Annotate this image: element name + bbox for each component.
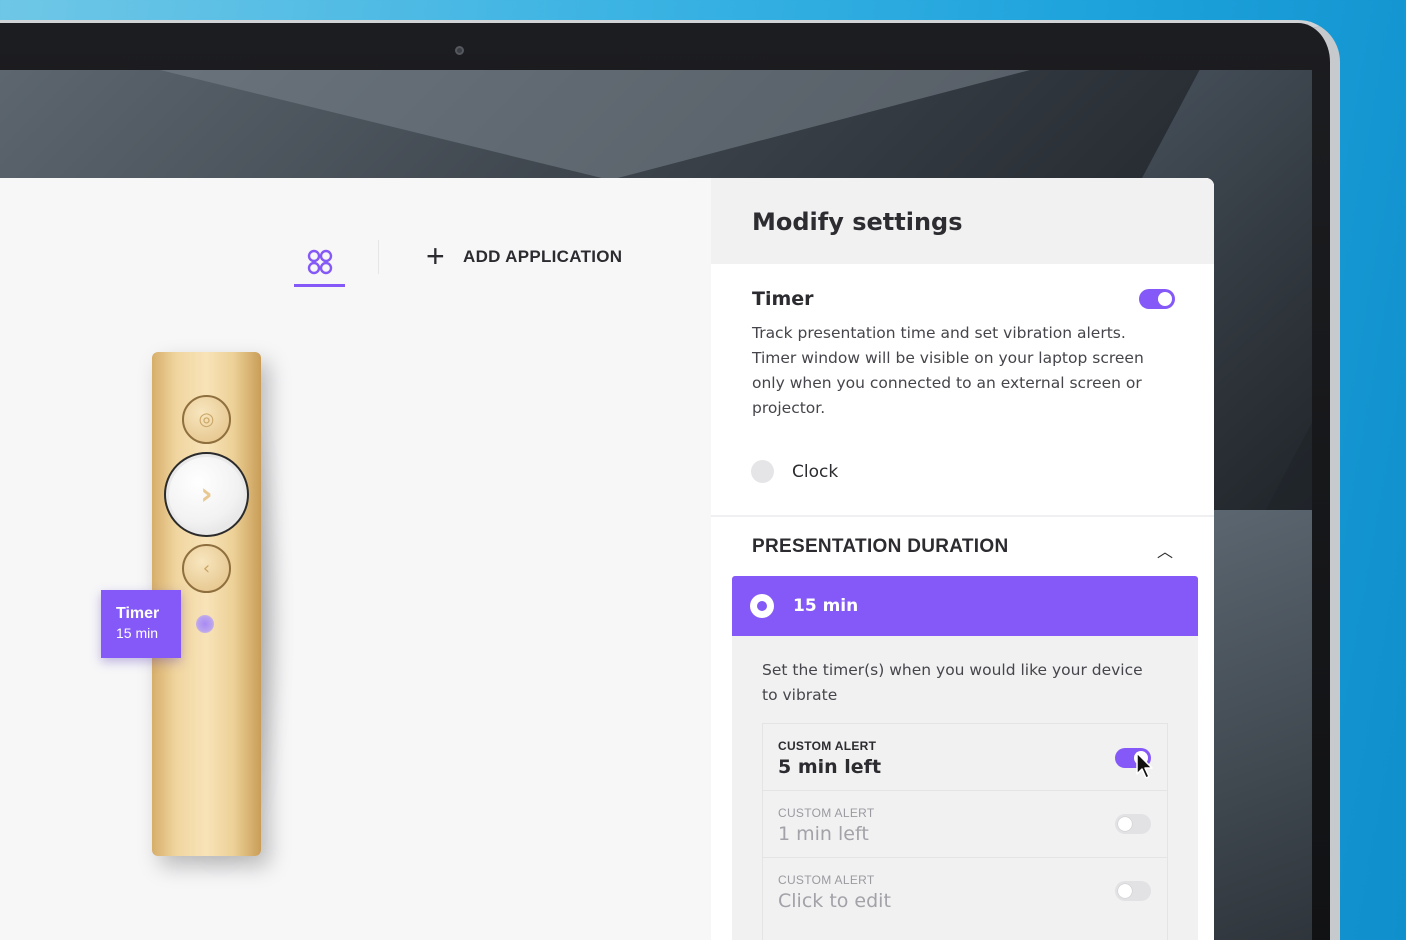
device-next-button[interactable]: › <box>164 452 249 537</box>
custom-alert-toggle[interactable] <box>1115 881 1151 901</box>
device-timer-tag: Timer 15 min <box>101 590 181 658</box>
device-timer-tag-title: Timer <box>116 605 160 622</box>
device-indicator-light <box>196 615 214 633</box>
custom-alert-caption: CUSTOM ALERT <box>778 739 877 753</box>
presentation-duration-title: PRESENTATION DURATION <box>752 536 1009 557</box>
wallpaper-facet <box>160 70 1030 180</box>
cursor-arrow-icon <box>1136 752 1153 779</box>
toggle-knob <box>1118 884 1132 898</box>
clock-label: Clock <box>792 461 839 482</box>
section-divider <box>711 515 1214 517</box>
toggle-knob <box>1118 817 1132 831</box>
custom-alert-caption: CUSTOM ALERT <box>778 873 875 887</box>
custom-alert-toggle[interactable] <box>1115 814 1151 834</box>
timer-description: Track presentation time and set vibratio… <box>752 324 1144 417</box>
vibrate-description: Set the timer(s) when you would like you… <box>762 661 1143 704</box>
device-timer-tag-subtitle: 15 min <box>116 625 159 641</box>
clock-radio[interactable] <box>751 460 774 483</box>
apps-grid-icon <box>307 249 332 275</box>
duration-radio[interactable] <box>750 594 774 618</box>
duration-option-selected[interactable]: 15 min <box>732 576 1198 636</box>
custom-alert-value: 5 min left <box>778 756 882 778</box>
custom-alert-caption: CUSTOM ALERT <box>778 806 875 820</box>
toggle-knob <box>1158 292 1172 306</box>
device-back-button[interactable]: ‹ <box>182 544 231 593</box>
settings-panel: Modify settings Timer Track presentation… <box>711 178 1214 940</box>
add-application-label: ADD APPLICATION <box>463 247 623 266</box>
timer-label: Timer <box>752 288 814 310</box>
wallpaper-facet <box>1210 510 1312 940</box>
clock-option[interactable]: Clock <box>751 460 838 483</box>
custom-alert-row[interactable]: CUSTOM ALERT 5 min left <box>763 724 1167 791</box>
nav-divider <box>378 240 379 274</box>
custom-alert-value: 1 min left <box>778 823 869 845</box>
settings-header: Modify settings <box>711 178 1214 264</box>
custom-alert-row[interactable]: CUSTOM ALERT Click to edit <box>763 858 1167 925</box>
duration-details: Set the timer(s) when you would like you… <box>732 636 1198 940</box>
custom-alert-value: Click to edit <box>778 890 891 912</box>
custom-alert-row[interactable]: CUSTOM ALERT 1 min left <box>763 791 1167 858</box>
webcam-icon <box>455 46 464 55</box>
chevron-up-icon[interactable]: ︿ <box>1157 538 1173 562</box>
plus-icon: + <box>426 237 445 274</box>
device-spotlight-button[interactable]: ◎ <box>182 395 231 444</box>
tab-applications[interactable] <box>294 240 345 287</box>
page-title: Modify settings <box>752 208 963 236</box>
add-application-button[interactable]: + ADD APPLICATION <box>426 240 622 274</box>
custom-alerts-list: CUSTOM ALERT 5 min left CUSTOM ALERT 1 m… <box>762 723 1168 940</box>
duration-label: 15 min <box>793 596 859 616</box>
timer-toggle[interactable] <box>1139 289 1175 309</box>
